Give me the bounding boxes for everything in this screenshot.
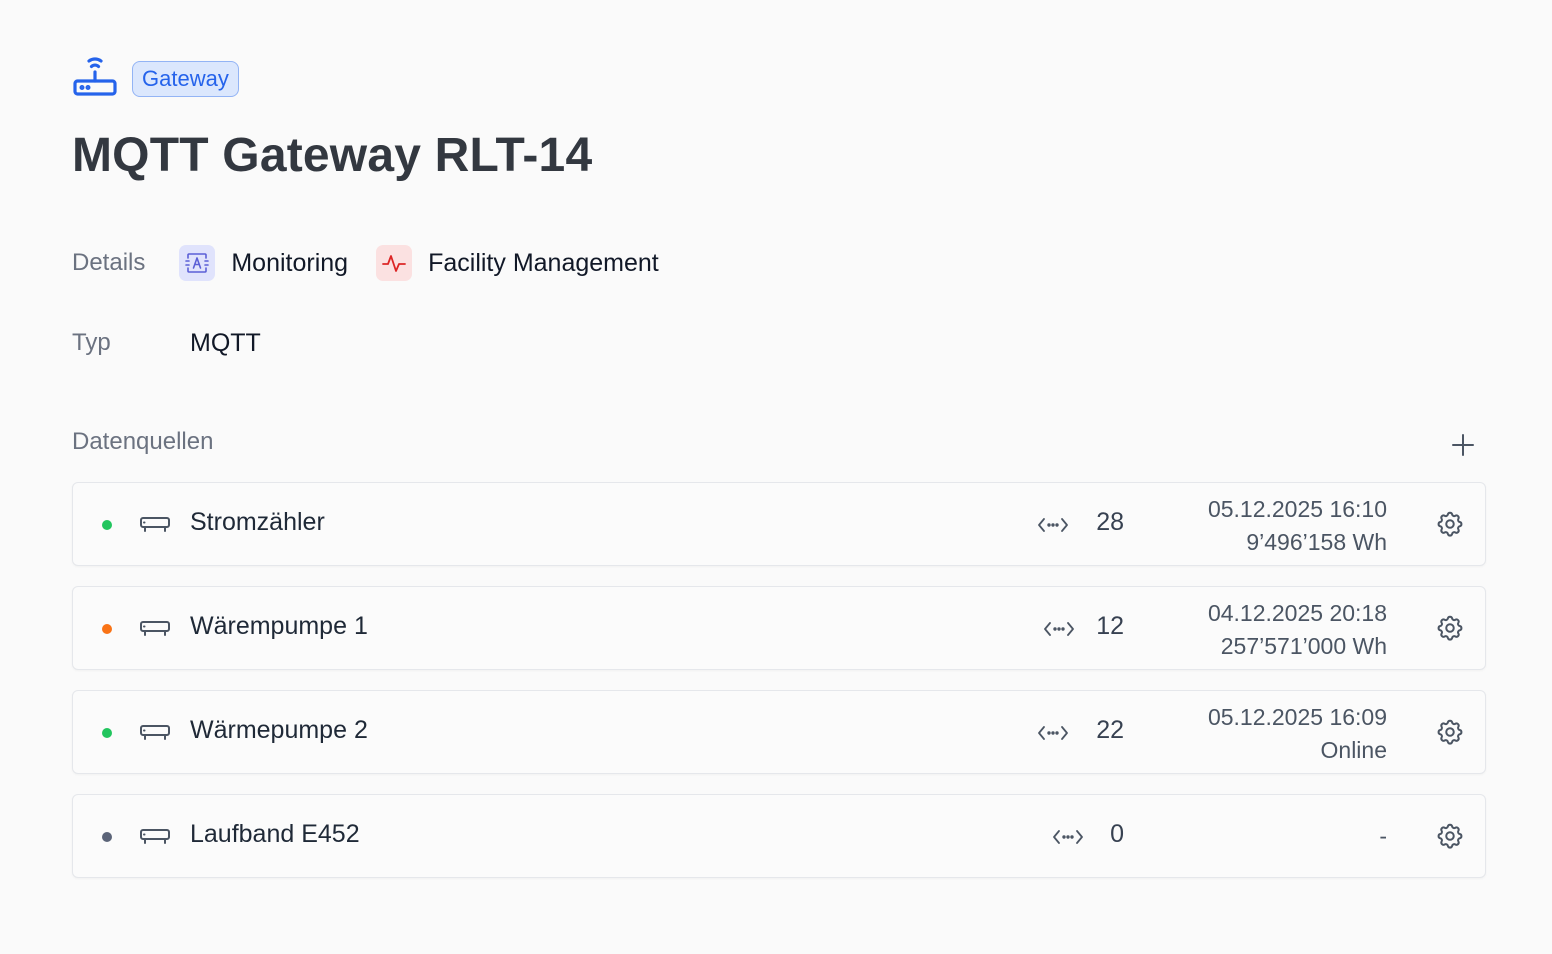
code-icon xyxy=(1038,726,1068,740)
last-update: 05.12.2025 16:10 xyxy=(1207,496,1387,522)
details-label: Details xyxy=(72,249,146,276)
device-icon xyxy=(140,829,170,844)
add-datasource-button[interactable] xyxy=(1446,428,1480,462)
typ-label: Typ xyxy=(72,329,111,356)
code-icon xyxy=(1044,622,1074,636)
router-icon xyxy=(72,52,118,98)
tag-monitoring-label: Monitoring xyxy=(231,248,349,277)
datasource-name: Wärempumpe 1 xyxy=(190,612,368,640)
last-update: 05.12.2025 16:09 xyxy=(1207,704,1387,730)
status-dot xyxy=(102,520,112,530)
details-row: Details Monitoring Facility Management xyxy=(72,243,659,283)
datasource-list: Stromzähler 28 05.12.2025 16:10 9’496’15… xyxy=(72,482,1486,898)
datasource-meta: - xyxy=(1379,820,1387,853)
plus-icon xyxy=(1452,434,1474,456)
last-update: 04.12.2025 20:18 xyxy=(1207,600,1387,626)
datapoint-count: 12 xyxy=(1096,612,1124,640)
gear-icon[interactable] xyxy=(1435,509,1465,539)
device-icon xyxy=(140,517,170,532)
tag-monitoring[interactable]: Monitoring xyxy=(179,245,348,281)
typ-row: Typ MQTT xyxy=(72,325,261,361)
datasources-title: Datenquellen xyxy=(72,428,214,455)
gateway-badge: Gateway xyxy=(132,61,239,97)
datasource-meta: 04.12.2025 20:18 257’571’000 Wh xyxy=(1208,597,1387,663)
datasource-row[interactable]: Wärempumpe 1 12 04.12.2025 20:18 257’571… xyxy=(72,586,1486,670)
last-update: - xyxy=(1379,823,1387,849)
last-value: 257’571’000 Wh xyxy=(1220,633,1387,659)
tag-facility-management-label: Facility Management xyxy=(428,248,659,277)
activity-icon xyxy=(376,245,413,281)
datasource-name: Stromzähler xyxy=(190,508,325,536)
typ-value: MQTT xyxy=(190,328,261,357)
datapoint-count: 28 xyxy=(1096,508,1124,536)
datapoint-count: 22 xyxy=(1096,716,1124,744)
datasource-meta: 05.12.2025 16:10 9’496’158 Wh xyxy=(1208,493,1387,559)
page-title: MQTT Gateway RLT-14 xyxy=(72,129,593,182)
datasource-name: Wärmepumpe 2 xyxy=(190,716,368,744)
code-icon xyxy=(1038,518,1068,532)
gear-icon[interactable] xyxy=(1435,717,1465,747)
status-text: Online xyxy=(1320,737,1387,763)
status-dot xyxy=(102,624,112,634)
status-dot xyxy=(102,728,112,738)
gear-icon[interactable] xyxy=(1435,821,1465,851)
datasource-row[interactable]: Stromzähler 28 05.12.2025 16:10 9’496’15… xyxy=(72,482,1486,566)
last-value: 9’496’158 Wh xyxy=(1246,529,1387,555)
tag-facility-management[interactable]: Facility Management xyxy=(376,245,659,281)
status-dot xyxy=(102,832,112,842)
code-icon xyxy=(1053,830,1083,844)
datasource-row[interactable]: Wärmepumpe 2 22 05.12.2025 16:09 Online xyxy=(72,690,1486,774)
datapoint-count: 0 xyxy=(1110,820,1124,848)
gear-icon[interactable] xyxy=(1435,613,1465,643)
datasource-row[interactable]: Laufband E452 0 - xyxy=(72,794,1486,878)
monitoring-icon xyxy=(179,245,216,281)
device-icon xyxy=(140,621,170,636)
device-icon xyxy=(140,725,170,740)
datasource-name: Laufband E452 xyxy=(190,820,360,848)
header: Gateway xyxy=(72,52,239,98)
datasource-meta: 05.12.2025 16:09 Online xyxy=(1208,701,1387,767)
